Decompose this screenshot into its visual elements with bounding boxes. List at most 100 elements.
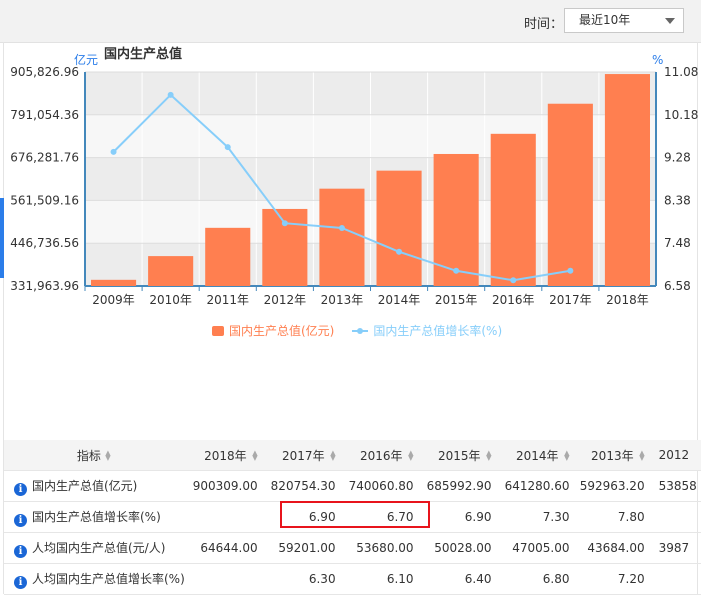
column-header-year[interactable]: 2013年 ▲ ▼ (577, 440, 653, 471)
table-cell: 7.20 (577, 563, 653, 595)
table-cell: 820754.30 (265, 470, 344, 502)
chart-title: 国内生产总值 (104, 46, 182, 62)
table-cell: 7.80 (577, 501, 653, 533)
bar (604, 74, 650, 286)
table-cell: 43684.00 (577, 532, 653, 564)
table-cell (184, 563, 266, 595)
bar (148, 256, 194, 286)
sort-icon[interactable]: ▲ ▼ (637, 450, 644, 462)
row-label[interactable]: i 人均国内生产总值(元/人) (4, 532, 185, 564)
column-header-year[interactable]: 2017年 ▲ ▼ (265, 440, 344, 471)
table-header-row: 指标 ▲ ▼ 2018年 ▲ ▼ 2017年 ▲ ▼ 2016年 ▲ ▼ 2015年 ▲ ▼ 201… (4, 440, 701, 471)
table-row: i 国内生产总值(亿元) 900309.00 820754.30 740060.8… (4, 470, 701, 502)
x-tick-label: 2018年 (606, 293, 649, 307)
column-header-year[interactable]: 2018年 ▲ ▼ (184, 440, 266, 471)
x-tick-label: 2009年 (92, 293, 135, 307)
column-header-year[interactable]: 2016年 ▲ ▼ (343, 440, 422, 471)
x-tick-label: 2013年 (321, 293, 364, 307)
left-tick-label: 561,509.16 (10, 193, 79, 207)
table-cell: 6.80 (499, 563, 578, 595)
column-header-year[interactable]: 2012 (652, 440, 701, 471)
table-cell: 53680.00 (343, 532, 422, 564)
growth-point (167, 91, 174, 98)
table-cell: 6.10 (343, 563, 422, 595)
sort-icon[interactable]: ▲ ▼ (328, 450, 335, 462)
column-header-year[interactable]: 2015年 ▲ ▼ (421, 440, 500, 471)
x-tick-label: 2012年 (264, 293, 307, 307)
bar (205, 227, 251, 286)
table-cell: 6.40 (421, 563, 500, 595)
sort-icon[interactable]: ▲ ▼ (104, 450, 112, 462)
gdp-chart: 905,826.96 791,054.36 676,281.76 561,509.16… (10, 46, 698, 307)
growth-point (567, 267, 574, 274)
left-unit-label: 亿元 (74, 52, 98, 67)
x-tick-label: 2016年 (492, 293, 535, 307)
table-cell: 7.30 (499, 501, 578, 533)
table-cell: 50028.00 (421, 532, 500, 564)
time-range-select[interactable]: 最近10年 (564, 8, 684, 33)
legend-bar-label[interactable]: 国内生产总值(亿元) (229, 322, 334, 339)
growth-point (224, 144, 231, 151)
table-cell: 900309.00 (184, 470, 266, 502)
table-cell: 6.90 (421, 501, 500, 533)
x-tick-label: 2014年 (378, 293, 421, 307)
left-tick-label: 905,826.96 (10, 65, 79, 79)
right-tick-label: 10.18 (664, 108, 698, 122)
growth-point (110, 148, 117, 155)
bar (91, 279, 137, 286)
legend-bar-swatch[interactable] (212, 325, 224, 336)
table-cell (652, 563, 701, 595)
table-cell (652, 501, 701, 533)
table-row: i 人均国内生产总值(元/人) 64644.00 59201.00 53680.0… (4, 532, 701, 564)
info-icon[interactable]: i (14, 482, 27, 496)
sort-icon[interactable]: ▲ ▼ (406, 450, 413, 462)
bar (547, 103, 593, 287)
info-icon[interactable]: i (14, 544, 27, 558)
row-label[interactable]: i 人均国内生产总值增长率(%) (4, 563, 185, 595)
right-tick-label: 11.08 (664, 65, 698, 79)
left-tick-label: 791,054.36 (10, 108, 79, 122)
right-tick-label: 6.58 (664, 279, 691, 293)
time-label: 时间： (524, 17, 564, 32)
sort-icon[interactable]: ▲ ▼ (250, 450, 257, 462)
table-cell: 64644.00 (184, 532, 266, 564)
right-tick-label: 7.48 (664, 236, 691, 250)
table-cell: 641280.60 (499, 470, 578, 502)
legend-line-swatch[interactable] (352, 327, 369, 334)
growth-point (510, 277, 517, 284)
bar (319, 188, 365, 286)
column-header-indicator[interactable]: 指标 ▲ ▼ (4, 440, 185, 471)
left-tick-label: 331,963.96 (10, 279, 79, 293)
toolbar: 时间： 最近10年 (0, 0, 701, 43)
table-row: i 人均国内生产总值增长率(%) 6.30 6.10 6.40 6.80 7.20 (4, 563, 701, 595)
growth-point (338, 224, 345, 231)
sort-icon[interactable]: ▲ ▼ (484, 450, 491, 462)
table-cell: 3987 (652, 532, 701, 564)
right-tick-label: 9.28 (664, 151, 691, 165)
bar (490, 133, 536, 286)
sort-icon[interactable]: ▲ ▼ (561, 450, 569, 462)
highlight-box (280, 501, 430, 528)
info-icon[interactable]: i (14, 575, 27, 589)
table-cell: 6.30 (265, 563, 344, 595)
time-range-value: 最近10年 (579, 13, 631, 27)
table-cell: 53858 (652, 470, 701, 502)
growth-point (453, 267, 460, 274)
info-icon[interactable]: i (14, 513, 27, 527)
x-tick-label: 2015年 (435, 293, 478, 307)
row-label[interactable]: i 国内生产总值增长率(%) (4, 501, 185, 533)
chevron-down-icon (665, 18, 675, 24)
x-tick-label: 2010年 (149, 293, 192, 307)
right-tick-label: 8.38 (664, 193, 691, 207)
table-cell: 592963.20 (577, 470, 653, 502)
legend-line-label[interactable]: 国内生产总值增长率(%) (373, 322, 502, 339)
x-tick-label: 2017年 (549, 293, 592, 307)
bar (376, 170, 422, 286)
column-header-year[interactable]: 2014年 ▲ ▼ (499, 440, 578, 471)
left-tick-label: 676,281.76 (10, 151, 79, 165)
row-label[interactable]: i 国内生产总值(亿元) (4, 470, 185, 502)
x-tick-label: 2011年 (206, 293, 249, 307)
chart-legend: 国内生产总值(亿元) 国内生产总值增长率(%) (212, 322, 502, 339)
table-cell: 685992.90 (421, 470, 500, 502)
right-unit-label: % (652, 53, 663, 67)
